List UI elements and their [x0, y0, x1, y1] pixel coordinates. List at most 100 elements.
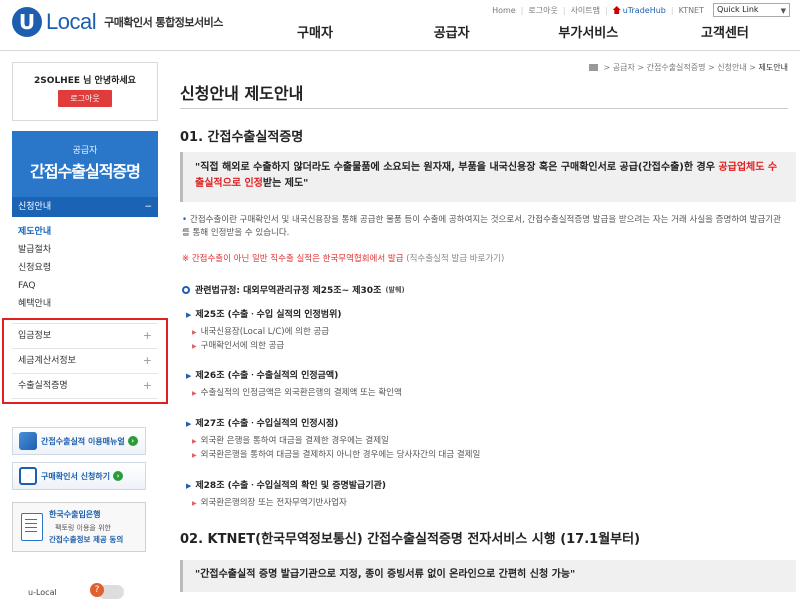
bullet-text: 외국환은행을 통하여 대금을 결제하지 아니한 경우에는 당사자간의 대금 결제…	[200, 450, 481, 460]
site-logo[interactable]: U Local 구매확인서 통합정보서비스	[12, 7, 223, 37]
help-icon[interactable]: ?	[90, 583, 104, 597]
bank-name: 한국수출입은행	[49, 510, 101, 519]
article-title: ▶ 제27조 (수출ㆍ수입실적의 인정시점)	[186, 416, 338, 429]
logo-u-icon: U	[12, 7, 42, 37]
sidebar-category: 공급자	[72, 146, 98, 156]
apply-purchase-label: 구매확인서 신청하기	[41, 471, 111, 481]
quote-text: "직접 해외로 수출하지 않더라도 수출물품에 소요되는 원자재, 부품을 내국…	[195, 162, 719, 173]
section-title-2: 02. KTNET(한국무역정보통신) 간접수출실적증명 전자서비스 시행 (1…	[180, 532, 641, 547]
section-title-1: 01. 간접수출실적증명	[180, 130, 304, 145]
logo-subtitle: 구매확인서 통합정보서비스	[104, 16, 223, 29]
nav-supplier[interactable]: 공급자	[387, 22, 517, 41]
minus-icon: −	[144, 202, 152, 212]
bullet-text: 구매확인서에 의한 공급	[200, 341, 285, 351]
logout-button[interactable]: 로그아웃	[58, 90, 112, 107]
ktnet-link[interactable]: KTNET	[679, 6, 704, 15]
sidebar-item-issue-procedure[interactable]: 발급절차	[18, 241, 158, 259]
regulation-text: 관련법규정: 대외무역관리규정 제25조~ 제30조	[195, 286, 382, 296]
article-title: ▶ 제25조 (수출ㆍ수입 실적의 인정범위)	[186, 307, 341, 320]
sidebar-section-apply-guide[interactable]: 신청안내 −	[12, 197, 158, 217]
definition-quote: "직접 해외로 수출하지 않더라도 수출물품에 소요되는 원자재, 부품을 내국…	[180, 152, 796, 202]
article-bullet: ▶ 구매확인서에 의한 공급	[192, 339, 284, 351]
nav-buyer[interactable]: 구매자	[250, 22, 380, 41]
article-title-text: 제27조 (수출ㆍ수입실적의 인정시점)	[195, 419, 339, 429]
article-bullet: ▶ 수출실적의 인정금액은 외국환은행의 결제액 또는 확인액	[192, 386, 402, 398]
ring-bullet-icon	[182, 285, 190, 294]
utradehub-link[interactable]: uTradeHub	[612, 5, 666, 15]
home-link[interactable]: Home	[492, 6, 516, 15]
breadcrumb-sep: >	[600, 63, 613, 72]
login-box: 2SOLHEE 님 안녕하세요 로그아웃	[12, 62, 158, 121]
nav-customer-center[interactable]: 고객센터	[660, 22, 790, 41]
triangle-bullet-icon: ▶	[186, 372, 192, 380]
sidebar-item-faq[interactable]: FAQ	[18, 277, 158, 295]
article-title-text: 제28조 (수출ㆍ수입실적의 확인 및 증명발급기관)	[195, 481, 386, 491]
quote-text-end: 받는 제도"	[262, 178, 309, 189]
nav-additional-services[interactable]: 부가서비스	[523, 22, 653, 41]
excerpt-badge: (발췌)	[385, 285, 405, 294]
description-text: 간접수출이란 구매확인서 및 내국신용장을 통해 공급한 물품 등이 수출에 공…	[182, 215, 781, 238]
manual-banner[interactable]: 간접수출실적 이용매뉴얼 ›	[12, 427, 146, 455]
article-title-text: 제26조 (수출ㆍ수출실적의 인정금액)	[195, 371, 339, 381]
bank-line2: 팩토링 이용을 위한	[55, 524, 111, 532]
article-bullet: ▶ 외국환은행의장 또는 전자무역기반사업자	[192, 496, 347, 508]
triangle-bullet-icon: ▶	[186, 311, 192, 319]
apply-purchase-banner[interactable]: 구매확인서 신청하기 ›	[12, 462, 146, 490]
breadcrumb-item[interactable]: 간접수출실적증명	[647, 62, 706, 73]
separator: |	[670, 5, 674, 15]
sitemap-link[interactable]: 사이트맵	[571, 5, 600, 16]
top-utility-menu: Home | 로그아웃 | 사이트맵 | uTradeHub | KTNET Quick…	[487, 3, 790, 17]
separator: |	[520, 5, 524, 15]
home-icon[interactable]	[588, 64, 598, 71]
breadcrumb: > 공급자 > 간접수출실적증명 > 신청안내 > 제도안내	[588, 62, 788, 73]
divider	[180, 108, 788, 109]
sidebar-item-system-guide[interactable]: 제도안내	[18, 223, 158, 241]
eximbank-banner[interactable]: 한국수출입은행 팩토링 이용을 위한 간접수출정보 제공 동의	[12, 502, 146, 552]
bullet-dot-icon: •	[182, 215, 188, 225]
bullet-text: 수출실적의 인정금액은 외국환은행의 결제액 또는 확인액	[200, 388, 402, 398]
separator: |	[605, 5, 608, 15]
article-bullet: ▶ 외국환 은행을 통하여 대금을 결제한 경우에는 결제일	[192, 434, 389, 446]
greeting-text: 2SOLHEE 님 안녕하세요	[34, 76, 136, 86]
triangle-bullet-icon: ▶	[186, 482, 192, 490]
breadcrumb-item[interactable]: 신청안내	[717, 62, 746, 73]
description: • 간접수출이란 구매확인서 및 내국신용장을 통해 공급한 물품 등이 수출에 …	[182, 214, 787, 240]
page-title: 신청안내 제도안내	[180, 84, 304, 103]
triangle-bullet-icon: ▶	[186, 420, 192, 428]
bullet-text: 외국환은행의장 또는 전자무역기반사업자	[200, 498, 347, 508]
utradehub-icon	[612, 6, 621, 14]
quick-link-select[interactable]: Quick Link ▼	[713, 3, 790, 17]
chevron-down-icon: ▼	[780, 7, 786, 15]
sidebar-sub-list: 제도안내 발급절차 신청요령 FAQ 혜택안내	[12, 217, 158, 317]
logout-link[interactable]: 로그아웃	[528, 5, 557, 16]
notice-text: ※ 간접수출이 아닌 일반 직수출 실적은 한국무역협회에서 발급	[182, 254, 404, 264]
regulation-heading: 관련법규정: 대외무역관리규정 제25조~ 제30조 (발췌)	[182, 283, 405, 296]
triangle-bullet-icon: ▶	[192, 329, 197, 336]
triangle-bullet-icon: ▶	[192, 343, 197, 350]
sidebar-item-apply-method[interactable]: 신청요령	[18, 259, 158, 277]
bullet-text: 내국신용장(Local L/C)에 의한 공급	[200, 327, 330, 337]
quick-link-label: Quick Link	[717, 5, 759, 14]
article-title: ▶ 제28조 (수출ㆍ수입실적의 확인 및 증명발급기관)	[186, 478, 386, 491]
article-bullet: ▶ 외국환은행을 통하여 대금을 결제하지 아니한 경우에는 당사자간의 대금 결…	[192, 448, 480, 460]
article-title-text: 제25조 (수출ㆍ수입 실적의 인정범위)	[195, 310, 342, 320]
document-icon	[21, 513, 43, 541]
bank-line3: 간접수출정보 제공 동의	[49, 535, 124, 544]
sidebar-title-box: 공급자 간접수출실적증명	[12, 131, 158, 197]
notice: ※ 간접수출이 아닌 일반 직수출 실적은 한국무역협회에서 발급 (직수출실적…	[182, 252, 504, 264]
utradehub-label: uTradeHub	[622, 5, 666, 15]
main-nav: 구매자 공급자 부가서비스 고객센터	[250, 22, 790, 41]
article-title: ▶ 제26조 (수출ㆍ수출실적의 인정금액)	[186, 368, 338, 381]
triangle-bullet-icon: ▶	[192, 452, 197, 459]
breadcrumb-sep: >	[746, 63, 759, 72]
laptop-icon	[19, 432, 37, 450]
separator: |	[562, 5, 566, 15]
service-quote: "간접수출실적 증명 발급기관으로 지정, 종이 증빙서류 없이 온라인으로 간…	[180, 560, 796, 592]
manual-banner-label: 간접수출실적 이용매뉴얼	[41, 436, 125, 446]
breadcrumb-item[interactable]: 공급자	[613, 62, 635, 73]
sidebar-section-label: 신청안내	[18, 202, 52, 212]
sidebar-item-benefits[interactable]: 혜택안내	[18, 295, 158, 313]
sidebar-title: 간접수출실적증명	[30, 162, 141, 181]
direct-export-link[interactable]: (직수출실적 발급 바로가기)	[406, 254, 504, 264]
triangle-bullet-icon: ▶	[192, 390, 197, 397]
